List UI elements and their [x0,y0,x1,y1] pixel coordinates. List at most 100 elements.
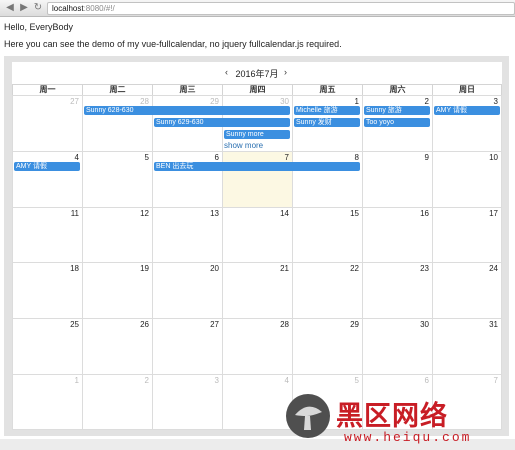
day-number: 22 [350,264,359,274]
calendar-event[interactable]: Michelle 旅游 [294,106,360,115]
calendar-event[interactable]: Sunny 628-630 [84,106,290,115]
day-cell[interactable]: 4 [12,150,82,207]
day-number: 29 [210,97,219,106]
day-number: 16 [420,208,429,218]
day-cell[interactable]: 9 [362,150,432,207]
calendar-event[interactable]: BEN 出去玩 [154,161,360,171]
day-cell[interactable]: 4 [222,374,292,430]
day-cell[interactable]: 3 [432,95,502,151]
day-number: 9 [424,152,429,162]
day-number: 29 [350,320,359,330]
calendar-event[interactable]: Sunny more [224,130,290,139]
day-cell[interactable]: 27 [12,95,82,151]
calendar-event[interactable]: AMY 请假 [14,161,80,171]
day-number: 27 [210,320,219,330]
day-number: 19 [140,264,149,274]
day-cell[interactable]: 26 [82,318,152,374]
day-number: 12 [140,208,149,218]
url-path: :8080/#!/ [83,4,115,13]
calendar-event[interactable]: Sunny 旅游 [364,106,430,115]
intro-text: Here you can see the demo of my vue-full… [4,39,342,49]
day-cell[interactable]: 23 [362,262,432,319]
day-number: 28 [280,320,289,330]
day-cell[interactable]: 24 [432,262,502,319]
browser-toolbar: ◀ ▶ ↻ localhost:8080/#!/ [0,0,515,17]
day-number: 3 [493,97,498,106]
day-cell[interactable]: 10 [432,150,502,207]
calendar-event[interactable]: Too yoyo [364,118,430,127]
day-number: 15 [350,208,359,218]
day-number: 28 [140,97,149,106]
day-number: 7 [284,152,289,162]
day-cell[interactable]: 1 [12,374,82,430]
day-cell[interactable]: 12 [82,206,152,263]
day-cell[interactable]: 18 [12,262,82,319]
day-number: 2 [144,376,149,385]
day-number: 26 [140,320,149,330]
day-cell[interactable]: 31 [432,318,502,374]
day-cell[interactable]: 3 [152,374,222,430]
day-cell[interactable]: 6 [152,150,222,207]
address-bar[interactable]: localhost:8080/#!/ [47,2,515,15]
day-number: 5 [144,152,149,162]
next-month-button[interactable]: › [284,67,287,77]
day-cell[interactable]: 11 [12,206,82,263]
day-number: 7 [493,376,498,385]
day-cell[interactable]: 15 [292,206,362,263]
day-cell[interactable]: 27 [152,318,222,374]
day-cell[interactable]: 16 [362,206,432,263]
day-number: 6 [424,376,429,385]
day-number: 30 [280,97,289,106]
arrow-right-icon[interactable]: ▶ [18,2,30,14]
greeting-text: Hello, EveryBody [4,22,74,32]
day-cell[interactable]: 7 [222,150,292,207]
day-cell[interactable]: 21 [222,262,292,319]
url-host: localhost [52,4,84,13]
day-number: 5 [354,376,359,385]
reload-icon[interactable]: ↻ [32,2,44,14]
day-number: 10 [489,152,498,162]
calendar-header: ‹ 2016年7月 › [12,62,502,84]
calendar-event[interactable]: Sunny 629-630 [154,118,290,127]
day-number: 4 [74,152,79,162]
day-number: 2 [424,97,429,106]
day-cell[interactable]: 19 [82,262,152,319]
day-cell[interactable]: 25 [12,318,82,374]
watermark: 黑区网络 www.heiqu.com [286,392,508,450]
day-cell[interactable]: 5 [82,150,152,207]
day-cell[interactable]: 22 [292,262,362,319]
weekday-header: 周一 周二 周三 周四 周五 周六 周日 [12,84,502,96]
month-grid: 27 28 29 30 1 2 3 4 5 6 7 8 9 10 11 12 13 14 15 16 17 18 19 20 2… [12,95,502,430]
day-number: 4 [284,376,289,385]
day-number: 14 [280,208,289,218]
day-number: 6 [214,152,219,162]
day-number: 17 [489,208,498,218]
show-more-link[interactable]: show more [224,141,263,150]
day-cell[interactable]: 14 [222,206,292,263]
day-cell[interactable]: 13 [152,206,222,263]
day-cell[interactable]: 8 [292,150,362,207]
arrow-left-icon[interactable]: ◀ [4,2,16,14]
day-number: 3 [214,376,219,385]
calendar-event[interactable]: AMY 请假 [434,106,500,115]
day-number: 18 [70,264,79,274]
day-number: 25 [70,320,79,330]
day-number: 11 [70,208,79,218]
day-number: 31 [489,320,498,330]
day-number: 23 [420,264,429,274]
calendar-event[interactable]: Sunny 发财 [294,118,360,127]
day-number: 8 [354,152,359,162]
day-cell[interactable]: 30 [362,318,432,374]
day-number: 27 [70,97,79,106]
watermark-text: 黑区网络 [336,401,448,431]
day-cell[interactable]: 2 [82,374,152,430]
day-cell[interactable]: 20 [152,262,222,319]
calendar: ‹ 2016年7月 › 周一 周二 周三 周四 周五 周六 周日 27 28 29 30 1 2 3 4 5… [12,62,502,430]
day-cell[interactable]: 29 [292,318,362,374]
day-cell[interactable]: 28 [222,318,292,374]
day-cell[interactable]: 28 [82,95,152,151]
day-cell[interactable]: 17 [432,206,502,263]
day-number: 1 [354,97,359,106]
page-content: Hello, EveryBody Here you can see the de… [0,17,515,445]
day-number: 30 [420,320,429,330]
